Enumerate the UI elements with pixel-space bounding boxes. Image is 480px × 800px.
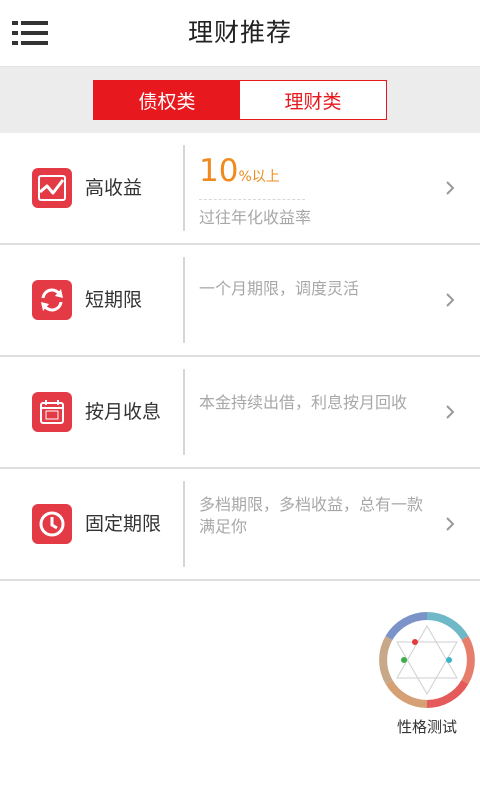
row-description: 本金持续出借，利息按月回收 xyxy=(199,393,408,412)
row-title: 固定期限 xyxy=(85,513,162,535)
list-item-monthly-interest[interactable]: 按月收息 本金持续出借，利息按月回收 xyxy=(0,357,480,469)
app-header: 理财推荐 xyxy=(0,0,480,67)
tabs-bar: 债权类 理财类 xyxy=(0,67,480,133)
divider xyxy=(183,481,185,567)
list-item-high-yield[interactable]: 高收益 10%以上 过往年化收益率 xyxy=(0,133,480,245)
refresh-icon xyxy=(32,280,72,320)
tab-debt[interactable]: 债权类 xyxy=(94,81,240,119)
tab-wealth[interactable]: 理财类 xyxy=(240,81,386,119)
list-item-short-term[interactable]: 短期限 一个月期限，调度灵活 xyxy=(0,245,480,357)
divider xyxy=(183,369,185,455)
dashed-separator xyxy=(199,199,305,200)
chevron-right-icon xyxy=(446,405,455,419)
rate-value: 10%以上 xyxy=(199,153,280,189)
row-description: 多档期限，多档收益，总有一款满足你 xyxy=(199,495,424,536)
personality-test-button[interactable]: 性格测试 xyxy=(379,612,475,736)
page-title: 理财推荐 xyxy=(187,18,292,47)
row-title: 高收益 xyxy=(85,177,143,199)
clock-icon xyxy=(32,504,72,544)
row-description: 一个月期限，调度灵活 xyxy=(199,279,360,298)
divider xyxy=(183,257,185,343)
row-title: 短期限 xyxy=(85,289,143,311)
list-item-fixed-term[interactable]: 固定期限 多档期限，多档收益，总有一款满足你 xyxy=(0,469,480,581)
segmented-control: 债权类 理财类 xyxy=(93,80,387,120)
personality-test-label: 性格测试 xyxy=(396,718,457,736)
row-title: 按月收息 xyxy=(85,401,162,423)
rate-number: 10 xyxy=(199,153,239,189)
trend-chart-icon xyxy=(32,168,72,208)
divider xyxy=(183,145,185,231)
chevron-right-icon xyxy=(446,517,455,531)
chevron-right-icon xyxy=(446,181,455,195)
calendar-icon xyxy=(32,392,72,432)
chevron-right-icon xyxy=(446,293,455,307)
rate-suffix: %以上 xyxy=(238,169,280,185)
row-description: 过往年化收益率 xyxy=(199,208,312,227)
hexagram-wheel-icon xyxy=(379,612,475,708)
